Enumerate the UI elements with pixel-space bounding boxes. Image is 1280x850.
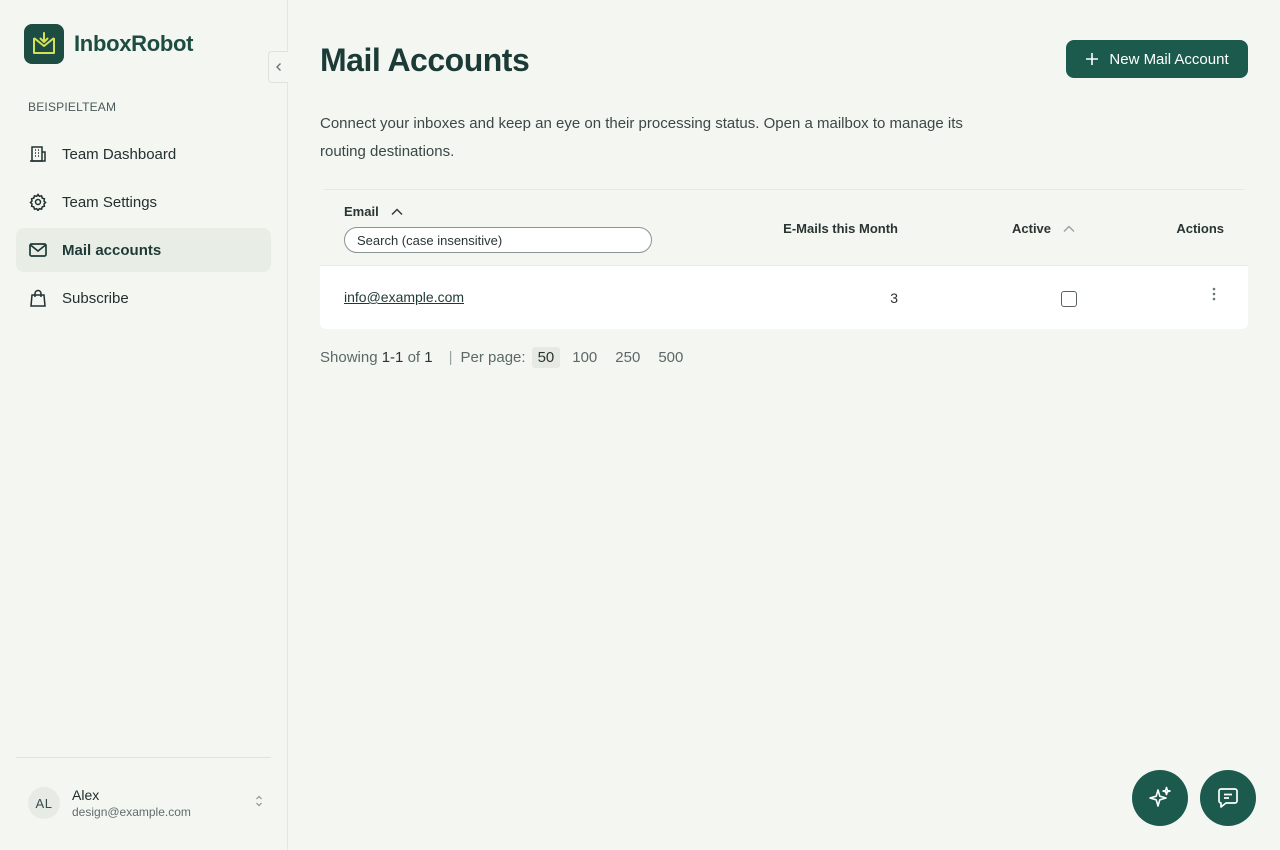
- pagination-showing-label: Showing: [320, 348, 378, 366]
- plus-icon: [1086, 53, 1099, 65]
- mail-icon: [28, 240, 48, 260]
- user-name: Alex: [72, 787, 100, 803]
- sidebar-item-label: Subscribe: [62, 289, 129, 307]
- inbox-robot-logo-icon: [24, 24, 64, 64]
- more-vertical-icon[interactable]: [1212, 287, 1216, 306]
- mail-account-email-link[interactable]: info@example.com: [344, 289, 464, 305]
- column-header-mails-this-month[interactable]: E-Mails this Month: [783, 221, 898, 236]
- page-description: Connect your inboxes and keep an eye on …: [320, 115, 963, 160]
- column-header-actions: Actions: [1176, 221, 1224, 236]
- ai-assistant-button[interactable]: [1132, 770, 1188, 826]
- mails-this-month-value: 3: [890, 290, 898, 306]
- team-name: BEISPIELTEAM: [28, 100, 117, 114]
- chat-button[interactable]: [1200, 770, 1256, 826]
- pagination-total: 1: [424, 348, 433, 366]
- column-header-email[interactable]: Email: [344, 204, 403, 219]
- per-page-option-100[interactable]: 100: [566, 347, 603, 368]
- new-mail-account-label: New Mail Account: [1109, 50, 1229, 68]
- table-header: Email E-Mails this Month Active Actions: [320, 190, 1248, 266]
- pagination-separator: |: [448, 348, 453, 366]
- sidebar-item-team-dashboard[interactable]: Team Dashboard: [16, 132, 271, 176]
- sidebar: InboxRobot BEISPIELTEAM Team Dashboard T…: [0, 0, 288, 850]
- per-page-option-500[interactable]: 500: [652, 347, 689, 368]
- mail-accounts-table: Email E-Mails this Month Active Actions …: [320, 189, 1248, 329]
- sort-asc-icon: [1063, 225, 1075, 232]
- avatar: AL: [28, 787, 60, 819]
- sidebar-item-label: Team Settings: [62, 193, 158, 211]
- pagination-range: 1-1: [381, 348, 404, 366]
- column-header-active-label: Active: [1012, 221, 1052, 236]
- shopping-bag-icon: [28, 288, 48, 308]
- per-page-option-250[interactable]: 250: [609, 347, 646, 368]
- column-header-email-label: Email: [344, 204, 379, 219]
- user-email: design@example.com: [72, 805, 191, 819]
- email-search-input[interactable]: [344, 227, 652, 253]
- sidebar-item-team-settings[interactable]: Team Settings: [16, 180, 271, 224]
- pagination: Showing 1-1 of 1 | Per page: 50 100 250 …: [320, 345, 695, 369]
- chevrons-up-down-icon[interactable]: [254, 794, 264, 813]
- user-menu[interactable]: AL Alex design@example.com: [28, 786, 264, 820]
- sparkles-icon: [1149, 786, 1171, 807]
- gear-icon: [28, 192, 48, 212]
- page-title: Mail Accounts: [320, 42, 530, 78]
- sidebar-item-mail-accounts[interactable]: Mail accounts: [16, 228, 271, 272]
- sidebar-item-label: Mail accounts: [62, 241, 162, 259]
- sidebar-item-label: Team Dashboard: [62, 145, 177, 163]
- sidebar-item-subscribe[interactable]: Subscribe: [16, 276, 271, 320]
- per-page-label: Per page:: [460, 348, 526, 366]
- app-name: InboxRobot: [74, 31, 194, 56]
- collapse-sidebar-button[interactable]: [268, 51, 288, 83]
- column-header-active[interactable]: Active: [1012, 221, 1075, 236]
- new-mail-account-button[interactable]: New Mail Account: [1066, 40, 1248, 78]
- sort-asc-icon: [391, 208, 403, 215]
- building-icon: [28, 144, 48, 164]
- sidebar-nav: Team Dashboard Team Settings Mail accoun…: [16, 132, 271, 324]
- chat-icon: [1218, 788, 1238, 808]
- active-checkbox[interactable]: [1061, 291, 1077, 307]
- table-row[interactable]: info@example.com 3: [320, 266, 1248, 330]
- per-page-option-50[interactable]: 50: [531, 346, 561, 368]
- sidebar-divider: [16, 757, 271, 758]
- pagination-of-label: of: [407, 348, 421, 366]
- chevron-left-icon: [275, 63, 281, 71]
- app-logo[interactable]: InboxRobot: [24, 24, 194, 64]
